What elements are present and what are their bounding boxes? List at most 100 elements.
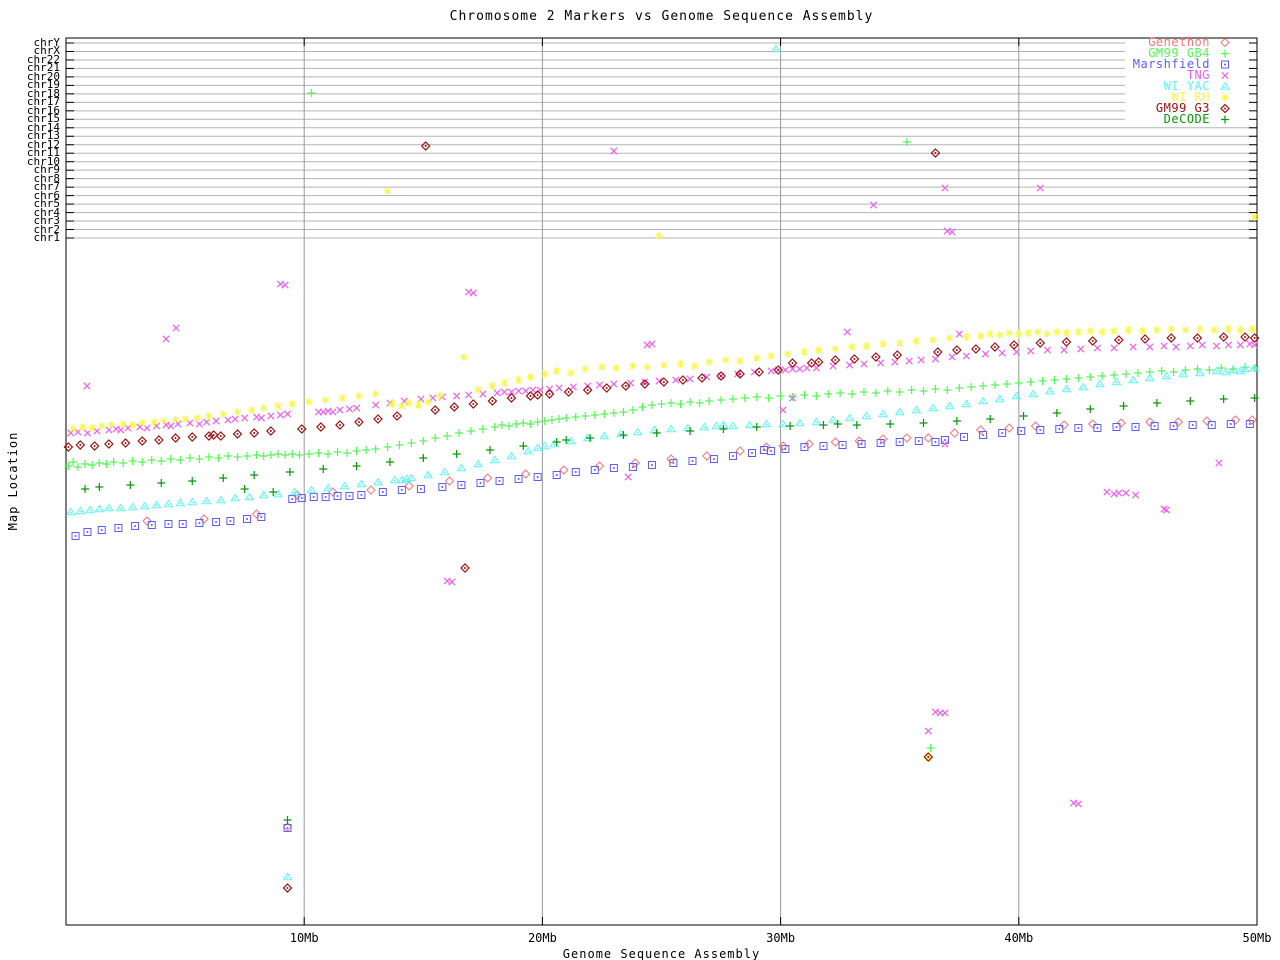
data-point [218, 473, 228, 483]
data-point [835, 388, 845, 398]
axes-and-ticks [65, 37, 1258, 926]
data-point [276, 411, 285, 419]
data-point [704, 396, 714, 406]
data-point [282, 815, 293, 825]
data-point [249, 470, 259, 480]
data-point [1169, 367, 1179, 377]
data-point [895, 387, 905, 397]
data-point [555, 384, 563, 392]
data-point [976, 425, 986, 435]
data-point [688, 457, 697, 465]
data-point [97, 526, 106, 534]
legend-item: DeCODE [1100, 112, 1240, 126]
series-gm99-gb4 [63, 88, 1260, 753]
data-point [216, 495, 226, 504]
data-point [878, 409, 888, 418]
data-point [1060, 346, 1068, 354]
data-point [1061, 384, 1071, 393]
plot-border [65, 37, 1258, 926]
data-point [1247, 324, 1257, 334]
data-point [1131, 423, 1140, 431]
data-point [352, 446, 362, 456]
data-point [554, 414, 564, 424]
data-point [1161, 371, 1171, 380]
data-point [833, 419, 843, 429]
data-point [273, 449, 283, 459]
data-point [849, 354, 860, 364]
data-point [1212, 342, 1221, 350]
chart-title: Chromosome 2 Markers vs Genome Sequence … [449, 9, 874, 24]
data-point [1085, 372, 1095, 382]
data-point [1146, 343, 1154, 351]
data-point [306, 88, 316, 98]
data-point [170, 433, 181, 443]
data-point [1042, 329, 1052, 339]
data-point [633, 427, 643, 436]
data-point [137, 436, 147, 446]
data-point [838, 441, 847, 449]
data-point [1236, 341, 1245, 349]
data-point [323, 449, 333, 459]
data-point [966, 382, 976, 392]
data-point [647, 400, 657, 410]
data-point [931, 438, 940, 446]
data-point [125, 480, 135, 490]
data-point [321, 493, 330, 501]
data-point [602, 383, 612, 393]
data-point [918, 418, 929, 428]
data-point [460, 563, 470, 573]
data-point [287, 399, 297, 409]
data-point [94, 482, 104, 492]
data-point [345, 405, 354, 413]
data-point [357, 491, 366, 499]
data-point [654, 231, 664, 241]
data-point [280, 450, 290, 460]
data-point [569, 383, 578, 391]
data-point [942, 385, 952, 395]
data-point [345, 492, 354, 500]
plot-area [63, 37, 1260, 926]
data-point [342, 448, 352, 458]
data-point [438, 483, 447, 491]
data-point [335, 420, 345, 430]
data-point [244, 492, 254, 501]
data-point [328, 408, 337, 416]
data-point [387, 399, 397, 409]
data-point [154, 435, 164, 445]
data-point [164, 520, 173, 528]
data-point [352, 404, 361, 412]
data-point [423, 470, 433, 479]
data-point [690, 361, 700, 371]
data-point [106, 420, 116, 430]
data-point [637, 402, 648, 412]
data-point [1103, 488, 1111, 496]
data-point [230, 493, 240, 502]
data-point [116, 503, 126, 512]
data-point [504, 421, 514, 431]
data-point [418, 436, 428, 446]
x-tick-label: 10Mb [289, 931, 319, 945]
data-point [525, 372, 536, 382]
series-genethon [142, 415, 1257, 832]
data-point [648, 340, 656, 348]
data-point [1224, 341, 1233, 349]
data-point [354, 417, 364, 427]
data-point [212, 417, 220, 425]
data-point [961, 399, 971, 408]
data-point [1049, 375, 1060, 385]
data-point [213, 453, 224, 463]
data-point [249, 428, 259, 438]
data-point [385, 457, 395, 467]
data-point [1180, 365, 1191, 375]
legend-label: DeCODE [1163, 112, 1210, 126]
data-point [814, 345, 824, 355]
data-point [371, 401, 380, 409]
data-point [676, 359, 686, 369]
data-point [404, 398, 414, 408]
data-point [857, 440, 866, 448]
data-point [830, 437, 840, 447]
data-point [1133, 368, 1143, 378]
data-point [413, 400, 424, 410]
data-point [454, 428, 464, 438]
data-point [406, 438, 416, 448]
